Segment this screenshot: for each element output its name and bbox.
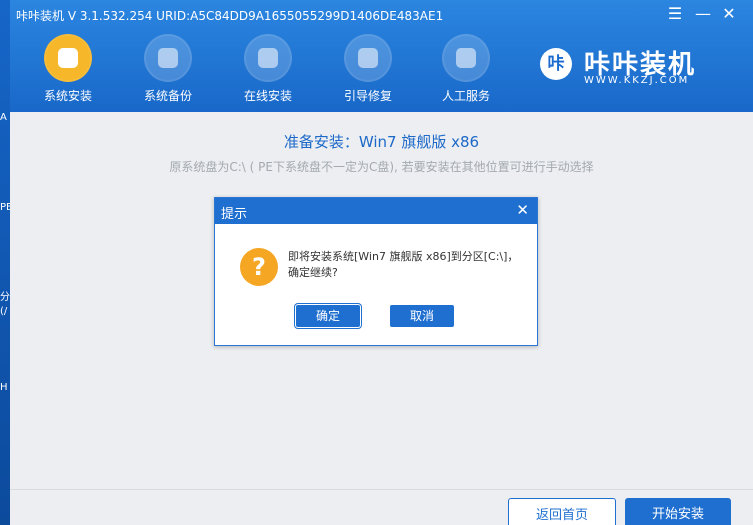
chat-service-icon	[442, 34, 490, 82]
nav-item-system-backup[interactable]: 系统备份	[128, 34, 208, 106]
minimize-icon[interactable]: —	[693, 4, 713, 23]
nav-item-online-install[interactable]: 在线安装	[228, 34, 308, 106]
logo-url: WWW.KKZJ.COM	[584, 75, 690, 86]
nav-label: 系统备份	[143, 89, 192, 103]
desktop-glyph: (/	[0, 306, 8, 317]
dialog-titlebar: 提示 ✕	[215, 198, 537, 224]
online-install-icon	[244, 34, 292, 82]
nav-label: 在线安装	[243, 89, 292, 103]
back-home-button[interactable]: 返回首页	[508, 498, 616, 525]
app-window: 咔咔装机 V 3.1.532.254 URID:A5C84DD9A1655055…	[10, 0, 753, 525]
app-header: 咔咔装机 V 3.1.532.254 URID:A5C84DD9A1655055…	[10, 0, 753, 112]
cancel-button[interactable]: 取消	[390, 305, 454, 327]
desktop-glyph: A	[0, 112, 7, 123]
dialog-title: 提示	[221, 207, 248, 222]
confirm-button[interactable]: 确定	[296, 305, 360, 327]
menu-icon[interactable]: ☰	[665, 4, 685, 23]
question-icon: ?	[240, 248, 278, 286]
confirm-dialog: 提示 ✕ ? 即将安装系统[Win7 旗舰版 x86]到分区[C:\]，确定继续…	[214, 197, 538, 346]
nav-label: 引导修复	[343, 89, 392, 103]
window-title: 咔咔装机 V 3.1.532.254 URID:A5C84DD9A1655055…	[16, 9, 444, 23]
boot-repair-icon	[344, 34, 392, 82]
nav-label: 人工服务	[441, 89, 490, 103]
dialog-message: 即将安装系统[Win7 旗舰版 x86]到分区[C:\]，确定继续?	[288, 250, 519, 279]
nav-item-chat-service[interactable]: 人工服务	[426, 34, 506, 106]
dialog-close-icon[interactable]: ✕	[516, 201, 529, 219]
start-install-button[interactable]: 开始安装	[625, 498, 731, 525]
desktop-glyph: H	[0, 382, 8, 393]
brand-logo: 咔 咔咔装机 WWW.KKZJ.COM	[540, 44, 730, 94]
desktop-background-strip: A PE 分 (/ H	[0, 0, 12, 525]
page-subtitle: 原系统盘为C:\ ( PE下系统盘不一定为C盘), 若要安装在其他位置可进行手动…	[169, 160, 594, 174]
nav-item-system-install[interactable]: 系统安装	[28, 34, 108, 106]
system-install-icon	[44, 34, 92, 82]
page-title: 准备安装：Win7 旗舰版 x86	[283, 133, 480, 151]
system-backup-icon	[144, 34, 192, 82]
close-icon[interactable]: ✕	[719, 4, 739, 23]
desktop-glyph: 分	[0, 292, 10, 303]
footer-divider	[10, 489, 753, 490]
nav-label: 系统安装	[43, 89, 92, 103]
logo-icon: 咔	[540, 48, 572, 80]
nav-item-boot-repair[interactable]: 引导修复	[328, 34, 408, 106]
